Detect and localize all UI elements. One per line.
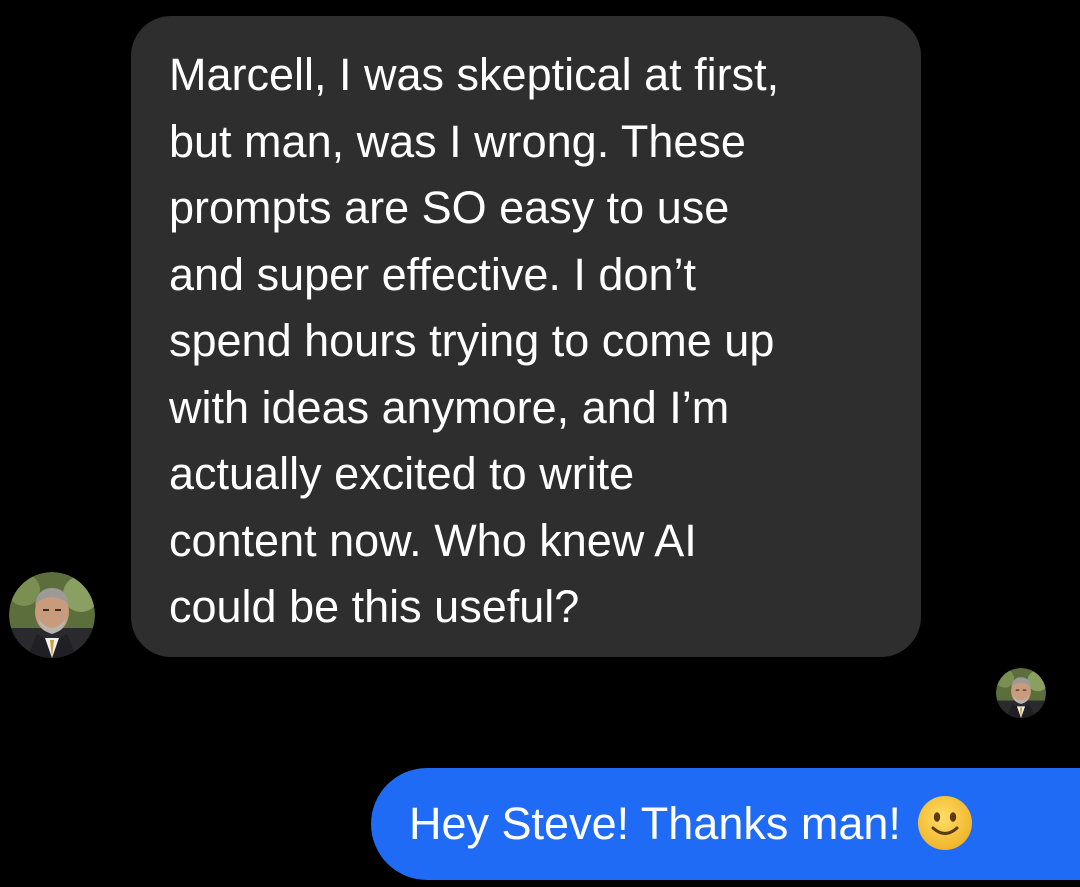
message-line: spend hours trying to come up bbox=[169, 315, 775, 366]
sender-avatar[interactable] bbox=[9, 572, 95, 658]
message-line: with ideas anymore, and I’m bbox=[169, 381, 730, 433]
message-line: could be this useful? bbox=[169, 581, 580, 632]
message-line: content now. Who knew AI bbox=[169, 514, 697, 566]
message-thread[interactable]: Marcell, I was skeptical at first, but m… bbox=[0, 0, 1080, 887]
message-line: prompts are SO easy to use bbox=[169, 182, 730, 233]
outgoing-message-bubble[interactable]: Hey Steve! Thanks man! bbox=[371, 768, 1080, 880]
message-line: but man, was I wrong. These bbox=[169, 115, 746, 167]
read-receipt-avatar bbox=[996, 668, 1046, 718]
message-line: Marcell, I was skeptical at first, bbox=[169, 49, 780, 100]
message-line: and super effective. I don’t bbox=[169, 248, 697, 300]
outgoing-message-text: Hey Steve! Thanks man! bbox=[409, 798, 901, 849]
contact-avatar-icon bbox=[996, 668, 1046, 718]
person-avatar-icon bbox=[9, 572, 95, 658]
incoming-message-bubble[interactable]: Marcell, I was skeptical at first, but m… bbox=[131, 16, 921, 657]
message-line: actually excited to write bbox=[169, 448, 635, 499]
slightly-smiling-face-icon bbox=[917, 795, 973, 851]
